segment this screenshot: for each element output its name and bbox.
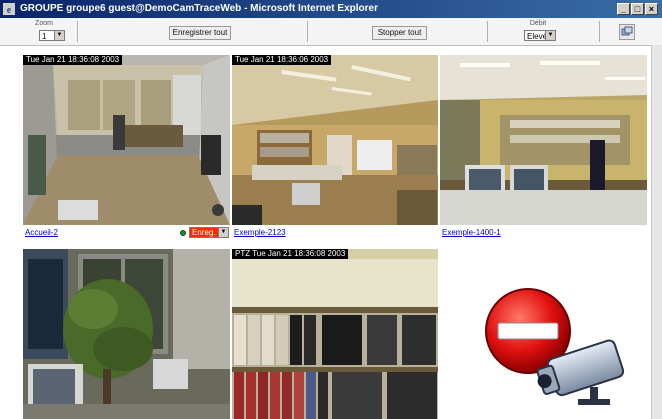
toolbar-divider xyxy=(599,21,600,42)
control-toolbar: Zoom 1 ▼ Enregistrer tout Stopper tout D… xyxy=(0,18,662,46)
camera-view-1[interactable]: Tue Jan 21 18:36:08 2003 xyxy=(23,55,230,225)
camera-feed-image xyxy=(23,249,230,419)
svg-text:e: e xyxy=(7,5,12,15)
chevron-down-icon: ▼ xyxy=(54,31,64,40)
toolbar-divider xyxy=(307,21,308,42)
zoom-select[interactable]: 1 ▼ xyxy=(39,30,65,41)
camera-link-exemple-2123[interactable]: Exemple-2123 xyxy=(234,228,286,237)
record-mode-select[interactable]: Enreg. ▼ xyxy=(189,227,229,238)
close-icon[interactable]: × xyxy=(645,3,658,15)
record-mode-value: Enreg. xyxy=(192,228,216,237)
chevron-down-icon: ▼ xyxy=(218,228,228,237)
camera-timestamp: Tue Jan 21 18:36:08 2003 xyxy=(23,55,123,65)
camera-link-accueil-2[interactable]: Accueil-2 xyxy=(25,228,58,237)
zoom-label: Zoom xyxy=(35,20,53,27)
camera-feed-image xyxy=(232,55,438,225)
toolbar-divider xyxy=(77,21,78,42)
status-indicator-icon xyxy=(180,230,186,236)
zoom-value: 1 xyxy=(42,32,47,41)
camera-link-exemple-1400-1[interactable]: Exemple-1400-1 xyxy=(442,228,501,237)
camera-unavailable-icon xyxy=(485,288,625,405)
window-title: GROUPE groupe6 guest@DemoCamTraceWeb - M… xyxy=(20,3,378,14)
stop-all-button[interactable]: Stopper tout xyxy=(372,26,427,40)
camera-view-6[interactable] xyxy=(440,249,647,419)
minimize-icon[interactable]: _ xyxy=(617,3,630,15)
record-all-button[interactable]: Enregistrer tout xyxy=(169,26,231,40)
rate-value: Elevé xyxy=(527,32,548,41)
maximize-icon[interactable]: □ xyxy=(631,3,644,15)
camera-view-3[interactable] xyxy=(440,55,647,225)
camera-timestamp: Tue Jan 21 18:36:06 2003 xyxy=(232,55,332,65)
camera-view-5[interactable]: PTZ Tue Jan 21 18:36:08 2003 xyxy=(232,249,438,419)
chevron-down-icon: ▼ xyxy=(545,31,555,40)
camera-feed-image xyxy=(440,55,647,225)
toolbar-divider xyxy=(487,21,488,42)
ie-logo-icon: e xyxy=(3,3,15,15)
rate-select[interactable]: Elevé ▼ xyxy=(524,30,556,41)
camera-feed-image xyxy=(232,249,438,419)
vertical-scrollbar[interactable] xyxy=(651,45,662,419)
window-titlebar: e GROUPE groupe6 guest@DemoCamTraceWeb -… xyxy=(0,0,662,18)
camera-view-4[interactable] xyxy=(23,249,230,419)
camera-view-2[interactable]: Tue Jan 21 18:36:06 2003 xyxy=(232,55,438,225)
rate-label: Débit xyxy=(529,20,547,27)
fullscreen-icon xyxy=(621,26,633,36)
fullscreen-button[interactable] xyxy=(619,24,635,40)
camera-feed-image xyxy=(23,55,230,225)
camera-timestamp: PTZ Tue Jan 21 18:36:08 2003 xyxy=(232,249,349,259)
